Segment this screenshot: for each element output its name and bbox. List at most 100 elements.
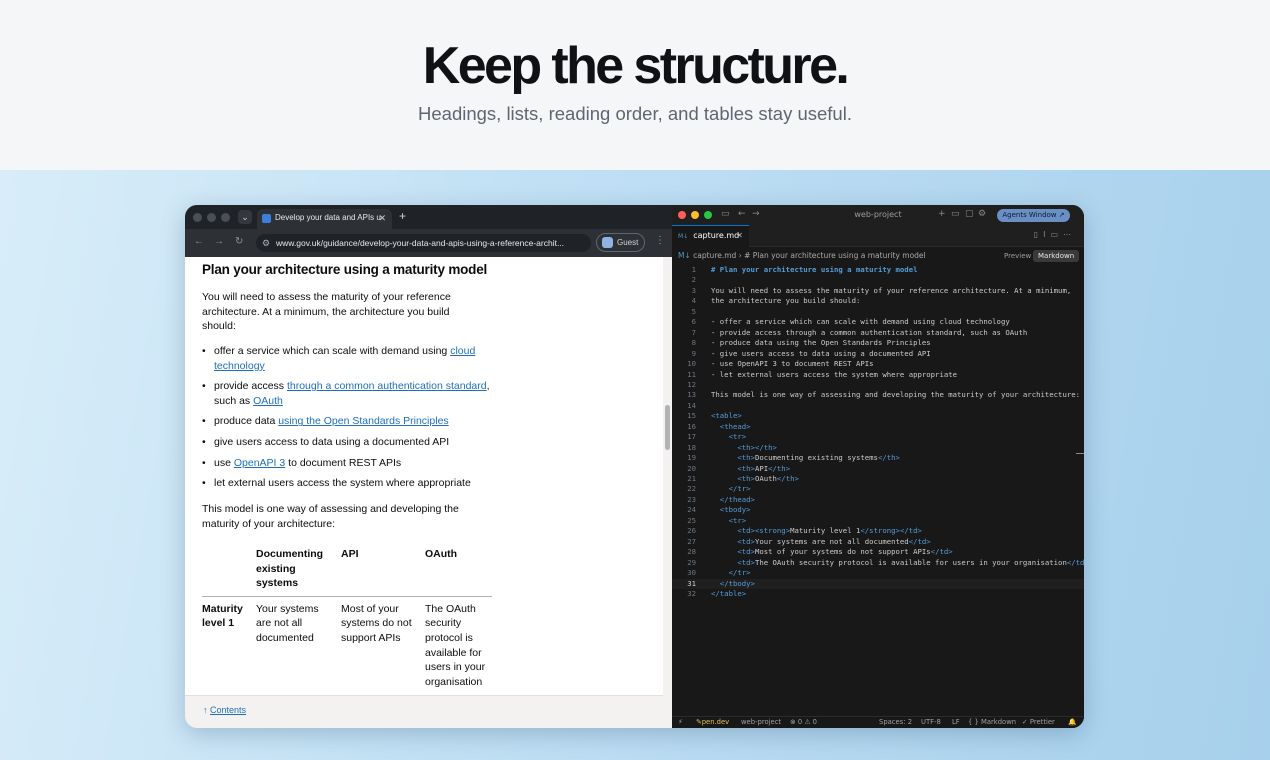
preview-toggle[interactable]: Preview — [999, 250, 1036, 262]
file-tab-capture-md[interactable]: M↓ capture.md ✕ — [672, 225, 749, 247]
problems-status[interactable]: ⊗ 0 ⚠ 0 — [790, 717, 817, 728]
openapi-link[interactable]: OpenAPI 3 — [234, 457, 285, 469]
code-line[interactable]: 24 <tbody> — [672, 505, 1084, 515]
open-standards-link[interactable]: using the Open Standards Principles — [278, 415, 448, 427]
code-line[interactable]: 9 - give users access to data using a doc… — [672, 349, 1084, 359]
browser-menu-icon[interactable]: ⋮ — [655, 235, 665, 246]
line-number: 13 — [687, 390, 696, 400]
code-text: </thead> — [719, 494, 755, 504]
code-text: <th>API</th> — [737, 463, 791, 473]
code-line[interactable]: 4 the architecture you build should: — [672, 296, 1084, 306]
code-line[interactable]: 28 <td>Most of your systems do not suppo… — [672, 547, 1084, 557]
markdown-toggle[interactable]: Markdown — [1033, 250, 1080, 262]
code-line[interactable]: 26 <td><strong>Maturity level 1</strong>… — [672, 526, 1084, 536]
code-line[interactable]: 2 — [672, 275, 1084, 285]
code-line[interactable]: 5 — [672, 307, 1084, 317]
code-line[interactable]: 10 - use OpenAPI 3 to document REST APIs — [672, 359, 1084, 369]
indentation-status[interactable]: Spaces: 2 — [879, 717, 912, 728]
preview-icon[interactable]: ▭ — [1050, 230, 1063, 239]
code-line[interactable]: 17 <tr> — [672, 432, 1084, 442]
code-line[interactable]: 11 - let external users access the system… — [672, 370, 1084, 380]
settings-gear-icon[interactable]: ⚙ — [978, 209, 986, 219]
code-line[interactable]: 27 <td>Your systems are not all document… — [672, 537, 1084, 547]
requirements-list: offer a service which can scale with dem… — [202, 344, 492, 497]
project-status[interactable]: web-project — [741, 717, 781, 728]
intro-paragraph: You will need to assess the maturity of … — [202, 291, 451, 333]
line-number: 11 — [687, 369, 696, 379]
window-minimize-dot[interactable] — [207, 213, 216, 222]
code-line[interactable]: 21 <th>OAuth</th> — [672, 474, 1084, 484]
list-item: produce data using the Open Standards Pr… — [202, 414, 492, 429]
line-number: 19 — [687, 453, 696, 463]
split-editor-icon[interactable]: ▯ — [1034, 230, 1043, 239]
language-status[interactable]: { } Markdown — [968, 717, 1016, 728]
breadcrumb-file[interactable]: capture.md — [693, 251, 736, 260]
line-number: 27 — [687, 536, 696, 546]
notifications-bell-icon[interactable]: 🔔 — [1068, 717, 1076, 728]
code-line[interactable]: 3 You will need to assess the maturity of… — [672, 286, 1084, 296]
code-text: - use OpenAPI 3 to document REST APIs — [711, 359, 874, 369]
scrollbar-thumb[interactable] — [665, 405, 670, 450]
code-line[interactable]: 7 - provide access through a common authe… — [672, 328, 1084, 338]
authentication-standard-link[interactable]: through a common authentication standard — [287, 380, 487, 392]
code-line[interactable]: 31 </tbody> — [672, 578, 1084, 589]
code-line[interactable]: 16 <thead> — [672, 422, 1084, 432]
tab-close-icon[interactable]: ✕ — [378, 209, 386, 227]
code-line[interactable]: 30 </tr> — [672, 568, 1084, 578]
tab-close-icon[interactable]: ✕ — [736, 226, 743, 246]
site-info-icon[interactable]: ⚙ — [262, 234, 270, 252]
code-line[interactable]: 15 <table> — [672, 411, 1084, 421]
chat-icon[interactable]: ▢ — [965, 209, 974, 219]
table-header: Documenting existing systems — [256, 547, 341, 597]
profile-guest-button[interactable]: Guest — [596, 233, 645, 252]
code-text: - provide access through a common authen… — [711, 327, 1028, 337]
page-scrollbar[interactable] — [663, 257, 672, 728]
code-line[interactable]: 18 <th></th> — [672, 443, 1084, 453]
new-chat-icon[interactable]: + — [938, 209, 946, 219]
code-line[interactable]: 22 </tr> — [672, 484, 1084, 494]
code-line[interactable]: 1 # Plan your architecture using a maturi… — [672, 265, 1084, 275]
code-line[interactable]: 6 - offer a service which can scale with … — [672, 317, 1084, 327]
code-text: </tbody> — [719, 578, 755, 588]
formatter-status[interactable]: ✓ Prettier — [1022, 717, 1055, 728]
more-actions-icon[interactable]: ⋯ — [1063, 230, 1076, 239]
forward-arrow-icon[interactable]: → — [214, 236, 224, 247]
browser-tab-active[interactable]: Develop your data and APIs u ✕ — [257, 209, 392, 229]
code-line[interactable]: 14 — [672, 401, 1084, 411]
table-row: Maturity level 1 Your systems are not al… — [202, 596, 492, 689]
contents-link[interactable]: ↑ Contents — [203, 705, 246, 715]
window-zoom-dot[interactable] — [221, 213, 230, 222]
code-line[interactable]: 23 </thead> — [672, 495, 1084, 505]
webpage-content: Plan your architecture using a maturity … — [185, 257, 663, 695]
code-line[interactable]: 29 <td>The OAuth security protocol is av… — [672, 558, 1084, 568]
browser-tabbar: ⌄ Develop your data and APIs u ✕ + — [185, 205, 672, 229]
code-line[interactable]: 13 This model is one way of assessing and… — [672, 390, 1084, 400]
breadcrumb-symbol[interactable]: # Plan your architecture using a maturit… — [744, 251, 926, 260]
branch-status[interactable]: ✎ pen.dev — [696, 717, 729, 728]
window-close-dot[interactable] — [193, 213, 202, 222]
remote-icon[interactable]: ⚡ — [678, 717, 683, 728]
code-line[interactable]: 20 <th>API</th> — [672, 464, 1084, 474]
oauth-link[interactable]: OAuth — [253, 395, 283, 407]
agents-window-button[interactable]: Agents Window ↗ — [997, 209, 1070, 222]
code-line[interactable]: 12 — [672, 380, 1084, 390]
hero-subtitle: Headings, lists, reading order, and tabl… — [418, 103, 852, 124]
address-bar[interactable]: ⚙ www.gov.uk/guidance/develop-your-data-… — [256, 234, 591, 252]
code-text: - give users access to data using a docu… — [711, 348, 931, 358]
layout-icon[interactable]: ▭ — [951, 209, 960, 219]
code-line[interactable]: 25 <tr> — [672, 516, 1084, 526]
code-line[interactable]: 19 <th>Documenting existing systems</th> — [672, 453, 1084, 463]
reload-icon[interactable]: ↻ — [235, 236, 243, 247]
back-arrow-icon[interactable]: ← — [194, 236, 204, 247]
code-line[interactable]: 8 - produce data using the Open Standards… — [672, 338, 1084, 348]
code-text: <th></th> — [737, 442, 777, 452]
line-number: 21 — [687, 474, 696, 483]
eol-status[interactable]: LF — [952, 717, 960, 728]
code-line[interactable]: 32 </table> — [672, 589, 1084, 599]
encoding-status[interactable]: UTF-8 — [921, 717, 941, 728]
code-text: <tr> — [728, 515, 747, 525]
tab-search-chevron-icon[interactable]: ⌄ — [238, 210, 252, 224]
code-editor-window: ▭ ← → web-project + ▭ ▢ ⚙ Agents Window … — [672, 205, 1084, 728]
code-area[interactable]: 1 # Plan your architecture using a maturi… — [672, 264, 1084, 720]
new-tab-button[interactable]: + — [399, 209, 406, 223]
